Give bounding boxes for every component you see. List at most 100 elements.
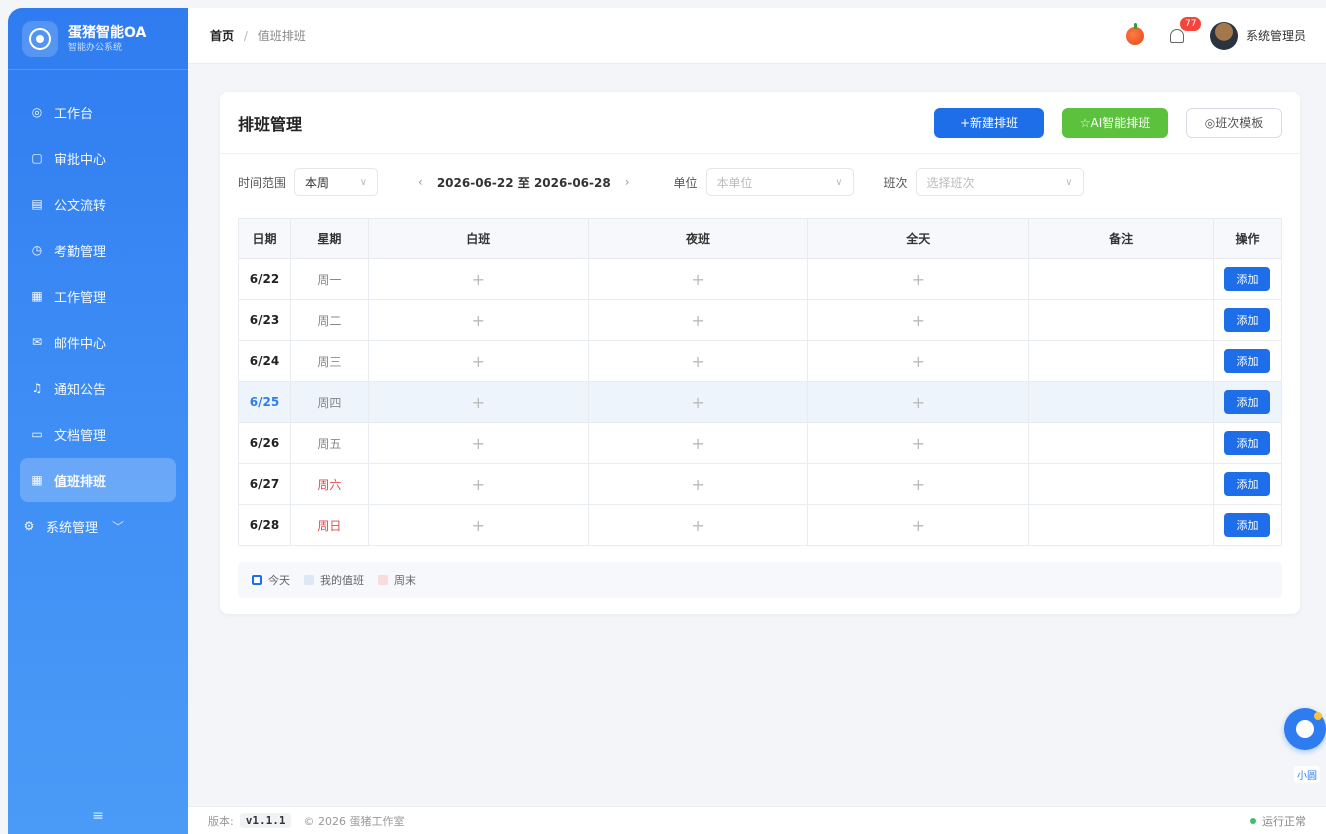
time-range-select[interactable]: 本周 ∨ <box>294 168 379 196</box>
table-row: 6/24 周三 + + + 添加 <box>238 340 1283 382</box>
collapse-menu-button[interactable]: ≡ <box>8 798 188 834</box>
sidebar: 蛋猪智能OA 智能办公系统 ◎ 工作台 ▢ 审批中心 ▤ 公文流转 ◷ 考勤管理 ▦ 工作… <box>8 8 188 834</box>
remark-cell <box>1028 340 1214 382</box>
all-day-add-cell[interactable]: + <box>807 299 1030 341</box>
night-shift-add-cell[interactable]: + <box>587 422 809 464</box>
remark-cell <box>1028 299 1214 341</box>
sidebar-item-documents-flow[interactable]: ▤ 公文流转 <box>20 182 176 226</box>
chevron-down-icon: ∨ <box>359 176 368 188</box>
all-day-add-cell[interactable]: + <box>807 340 1030 382</box>
column-header: 全天 <box>807 218 1030 259</box>
schedule-card: 排班管理 +新建排班 ☆AI智能排班 ◎班次模板 时间范围 本周 ∨ ‹ 2026… <box>220 92 1300 614</box>
sidebar-item-workbench[interactable]: ◎ 工作台 <box>20 90 176 134</box>
sidebar-item-attendance[interactable]: ◷ 考勤管理 <box>20 228 176 272</box>
action-cell: 添加 <box>1212 299 1283 341</box>
add-button[interactable]: 添加 <box>1224 390 1271 414</box>
action-cell: 添加 <box>1212 381 1283 423</box>
add-button[interactable]: 添加 <box>1224 513 1271 537</box>
sidebar-nav: ◎ 工作台 ▢ 审批中心 ▤ 公文流转 ◷ 考勤管理 ▦ 工作管理 ✉ 邮件中心 ♫ 通知公告… <box>8 70 188 548</box>
add-button[interactable]: 添加 <box>1224 267 1271 291</box>
night-shift-add-cell[interactable]: + <box>587 340 809 382</box>
column-header: 星期 <box>289 218 369 259</box>
day-shift-add-cell[interactable]: + <box>367 422 589 464</box>
unit-select[interactable]: 本单位 ∨ <box>705 168 854 196</box>
all-day-add-cell[interactable]: + <box>807 422 1030 464</box>
day-shift-add-cell[interactable]: + <box>367 340 589 382</box>
user-name[interactable]: 系统管理员 <box>1246 27 1306 44</box>
weekday-cell: 周五 <box>289 422 369 464</box>
night-shift-add-cell[interactable]: + <box>587 381 809 423</box>
logo-icon <box>22 20 58 57</box>
notification-button[interactable]: 77 <box>1169 16 1202 43</box>
clock-icon: ◷ <box>31 243 43 257</box>
bell-icon: ♫ <box>31 381 43 395</box>
approval-icon: ▢ <box>31 151 43 165</box>
all-day-add-cell[interactable]: + <box>807 258 1030 300</box>
sidebar-item-approval[interactable]: ▢ 审批中心 <box>20 136 176 180</box>
weekday-cell: 周日 <box>289 504 369 546</box>
gear-icon: ⚙ <box>23 519 35 533</box>
weekday-cell: 周三 <box>289 340 369 382</box>
legend: 今天 我的值班 周末 <box>238 562 1282 598</box>
breadcrumb-home[interactable]: 首页 <box>210 29 234 43</box>
unit-placeholder: 本单位 <box>716 175 753 190</box>
day-shift-add-cell[interactable]: + <box>367 258 589 300</box>
night-shift-add-cell[interactable]: + <box>587 258 809 300</box>
day-shift-add-cell[interactable]: + <box>367 504 589 546</box>
add-button[interactable]: 添加 <box>1224 308 1271 332</box>
all-day-add-cell[interactable]: + <box>807 504 1030 546</box>
sidebar-item-duty-schedule[interactable]: ▦ 值班排班 <box>20 458 176 502</box>
all-day-add-cell[interactable]: + <box>807 463 1030 505</box>
day-shift-add-cell[interactable]: + <box>367 381 589 423</box>
assistant-button[interactable]: 小圆 <box>1284 708 1326 788</box>
shift-select[interactable]: 选择班次 ∨ <box>915 168 1084 196</box>
calendar-icon: ▦ <box>31 473 43 487</box>
add-button[interactable]: 添加 <box>1224 349 1271 373</box>
weekday-cell: 周二 <box>289 299 369 341</box>
day-shift-add-cell[interactable]: + <box>367 463 589 505</box>
sidebar-item-files[interactable]: ▭ 文档管理 <box>20 412 176 456</box>
ai-schedule-button[interactable]: ☆AI智能排班 <box>1062 107 1168 138</box>
add-button[interactable]: 添加 <box>1224 431 1271 455</box>
weekday-cell: 周六 <box>289 463 369 505</box>
night-shift-add-cell[interactable]: + <box>587 504 809 546</box>
action-cell: 添加 <box>1212 422 1283 464</box>
shift-label: 班次 <box>883 175 908 190</box>
sidebar-item-notices[interactable]: ♫ 通知公告 <box>20 366 176 410</box>
column-header: 日期 <box>238 218 291 259</box>
apple-icon[interactable] <box>1125 22 1144 45</box>
footer: 版本: v1.1.1 © 2026 蛋猪工作室 运行正常 <box>188 806 1326 834</box>
sidebar-item-label: 审批中心 <box>54 152 107 168</box>
new-schedule-button[interactable]: +新建排班 <box>934 107 1044 138</box>
chevron-down-icon: ﹀ <box>112 519 125 534</box>
column-header: 备注 <box>1028 218 1214 259</box>
shift-template-button[interactable]: ◎班次模板 <box>1186 107 1282 138</box>
add-button[interactable]: 添加 <box>1224 472 1271 496</box>
sidebar-item-label: 通知公告 <box>54 382 107 398</box>
table-row: 6/23 周二 + + + 添加 <box>238 299 1283 341</box>
assistant-label: 小圆 <box>1294 766 1320 783</box>
table-row-weekend: 6/27 周六 + + + 添加 <box>238 463 1283 505</box>
remark-cell <box>1028 504 1214 546</box>
night-shift-add-cell[interactable]: + <box>587 463 809 505</box>
day-shift-add-cell[interactable]: + <box>367 299 589 341</box>
table-row-today: 6/25 周四 + + + 添加 <box>238 381 1283 423</box>
brand-title: 蛋猪智能OA <box>68 24 147 41</box>
all-day-add-cell[interactable]: + <box>807 381 1030 423</box>
action-cell: 添加 <box>1212 504 1283 546</box>
action-cell: 添加 <box>1212 463 1283 505</box>
avatar[interactable] <box>1209 21 1238 50</box>
sidebar-item-system[interactable]: ⚙ 系统管理 ﹀ <box>12 504 176 548</box>
night-shift-add-cell[interactable]: + <box>587 299 809 341</box>
calendar-icon: ▦ <box>31 289 43 303</box>
assistant-avatar-icon <box>1284 708 1326 750</box>
sidebar-item-work[interactable]: ▦ 工作管理 <box>20 274 176 318</box>
time-range-label: 时间范围 <box>238 175 287 190</box>
brand[interactable]: 蛋猪智能OA 智能办公系统 <box>8 8 188 70</box>
version-label: 版本: <box>208 814 234 828</box>
sidebar-item-label: 考勤管理 <box>54 244 107 260</box>
schedule-table: 日期 星期 白班 夜班 全天 备注 操作 6/22 周一 + + + 添加 6/… <box>238 218 1283 546</box>
prev-week-button[interactable]: ‹ <box>418 175 423 189</box>
next-week-button[interactable]: › <box>625 175 630 189</box>
sidebar-item-mail[interactable]: ✉ 邮件中心 <box>20 320 176 364</box>
